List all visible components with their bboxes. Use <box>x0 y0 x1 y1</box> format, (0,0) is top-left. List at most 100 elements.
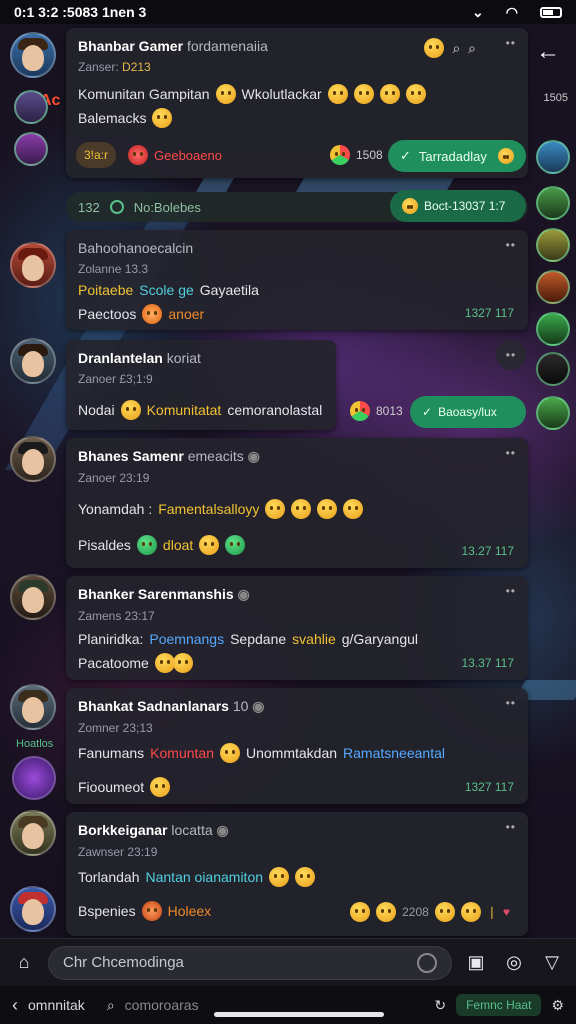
avatar[interactable] <box>536 270 570 304</box>
search-icon[interactable]: ⌕ <box>107 997 115 1014</box>
avatar[interactable] <box>14 90 48 124</box>
emoji-icon <box>295 867 316 887</box>
avatar[interactable] <box>536 186 570 220</box>
message-timestamp: 13.27 117 <box>461 544 515 558</box>
emoji-icon <box>128 145 148 165</box>
sender-name: Bhanes Samenr <box>78 448 184 464</box>
avatar[interactable] <box>536 396 570 430</box>
search-icon[interactable]: ⌕ <box>468 40 476 57</box>
avatar[interactable] <box>14 132 48 166</box>
message-label: Fanumans <box>78 745 145 761</box>
avatar[interactable] <box>10 886 56 932</box>
verified-icon: ◉ <box>252 698 265 714</box>
refresh-icon[interactable]: ↻ <box>434 997 446 1014</box>
nav-back-label[interactable]: omnnitak <box>28 997 85 1013</box>
emoji-icon <box>460 902 481 922</box>
sender-name: Dranlantelan <box>78 350 163 366</box>
more-options-icon[interactable]: •• <box>506 446 516 460</box>
emoji-icon <box>141 901 162 921</box>
system-badge: 132 <box>78 199 100 215</box>
emoji-icon <box>402 198 418 214</box>
more-options-icon[interactable]: •• <box>506 238 516 252</box>
message-input[interactable]: Chr Chcemodinga <box>48 945 452 980</box>
avatar[interactable] <box>10 436 56 482</box>
emoji-icon <box>434 902 455 922</box>
message-card[interactable]: Bhanes Samenr emeacits ◉ Zanoer 23:19 Yo… <box>66 438 528 568</box>
nav-action-button[interactable]: Femnc Haat <box>456 994 542 1016</box>
emoji-icon <box>379 84 400 104</box>
verified-icon: ◉ <box>237 586 250 602</box>
more-options-icon[interactable]: •• <box>506 820 516 834</box>
avatar[interactable] <box>12 756 56 800</box>
avatar[interactable] <box>10 242 56 288</box>
more-options-icon[interactable]: •• <box>506 36 516 50</box>
send-icon[interactable]: ▽ <box>538 949 566 977</box>
emoji-icon <box>330 145 350 165</box>
battery-icon <box>540 6 562 18</box>
more-options-icon[interactable]: •• <box>506 696 516 710</box>
camera-icon[interactable]: ▣ <box>462 949 490 977</box>
avatar[interactable] <box>10 810 56 856</box>
tag-chip[interactable]: 3!a:r <box>76 142 117 168</box>
message-input-placeholder: Chr Chcemodinga <box>63 954 184 971</box>
search-icon[interactable]: ⌕ <box>452 40 460 57</box>
emoji-picker-icon[interactable] <box>417 952 437 973</box>
avatar[interactable] <box>536 228 570 262</box>
emoji-icon <box>136 535 157 555</box>
settings-icon[interactable]: ⚙ <box>551 997 564 1014</box>
avatar[interactable] <box>536 140 570 174</box>
avatar[interactable] <box>10 574 56 620</box>
emoji-icon <box>215 84 236 104</box>
message-card[interactable]: Bhanker Sarenmanshis ◉ Zamens 23:17 Plan… <box>66 576 528 680</box>
message-timestamp: 1327 117 <box>464 306 514 320</box>
message-timestamp: 2208 <box>402 905 429 919</box>
message-subline: Paectoos <box>78 306 137 322</box>
emoji-icon <box>172 653 193 673</box>
info-icon: ❘ <box>486 905 497 919</box>
emoji-icon <box>142 304 163 324</box>
message-card[interactable]: Borkkeiganar locatta ◉ Zawnser 23:19 Tor… <box>66 812 528 936</box>
message-text: Komunitan Gampitan <box>78 86 210 102</box>
avatar[interactable] <box>536 352 570 386</box>
sender-suffix: locatta <box>171 822 213 838</box>
action-button[interactable]: ✓ Baoasy/lux <box>410 396 526 428</box>
message-subline-tail: Holeex <box>167 903 212 919</box>
reaction-chip[interactable]: Geeboaeno <box>122 142 228 168</box>
reaction-count[interactable]: 8013 <box>346 398 407 424</box>
emoji-icon <box>353 84 374 104</box>
more-options-icon[interactable]: •• <box>496 340 526 370</box>
avatar[interactable] <box>10 32 56 78</box>
action-button[interactable]: ✓ Tarradadlay <box>388 140 526 172</box>
right-top-badge: 1505 <box>543 92 568 104</box>
avatar[interactable] <box>536 312 570 346</box>
more-options-icon[interactable]: •• <box>506 584 516 598</box>
attach-icon[interactable]: ⌂ <box>10 949 38 977</box>
message-time-label: Zawnser 23:19 <box>78 845 158 859</box>
emoji-icon <box>327 84 348 104</box>
message-card[interactable]: Dranlantelan koriat Zanoer £3;1:9 Nodai … <box>66 340 336 430</box>
message-card[interactable]: Bahoohanoecalcin Zolanne 13.3 Poitaebe S… <box>66 230 528 330</box>
message-label: Planiridka: <box>78 631 144 647</box>
message-card[interactable]: Bhankat Sadnanlanars 10 ◉ Zomner 23;13 F… <box>66 688 528 804</box>
message-text: Poemnangs <box>149 631 225 647</box>
chevron-left-icon[interactable]: ‹ <box>12 995 18 1016</box>
emoji-icon <box>154 653 175 673</box>
message-subline: Pacatoome <box>78 655 149 671</box>
compass-icon[interactable]: ◎ <box>500 949 528 977</box>
emoji-icon <box>269 867 290 887</box>
avatar[interactable] <box>10 338 56 384</box>
emoji-icon <box>150 777 171 797</box>
system-label: No:Bolebes <box>133 199 201 215</box>
nav-search-label[interactable]: comoroaras <box>125 997 199 1013</box>
reaction-count[interactable]: 1508 <box>326 142 387 168</box>
sender-suffix: emeacits <box>187 448 244 464</box>
verified-icon: ◉ <box>216 822 229 838</box>
message-time-label: Zanoer £3;1:9 <box>78 372 153 386</box>
avatar[interactable] <box>10 684 56 730</box>
message-subline: Pisaldes <box>78 537 131 553</box>
message-subline: Balemacks <box>78 110 147 126</box>
reaction-label: Geeboaeno <box>154 147 222 163</box>
message-subline-tail: anoer <box>168 306 205 322</box>
system-timestamp[interactable]: Boct-13037 1:7 <box>390 190 526 222</box>
back-arrow-icon[interactable]: ← <box>532 36 564 68</box>
